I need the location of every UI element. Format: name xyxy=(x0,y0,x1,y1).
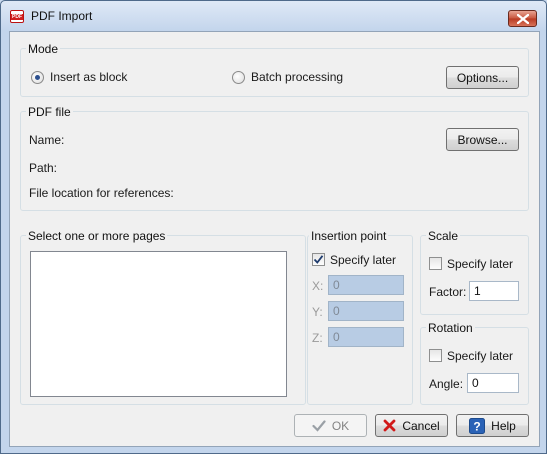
checkmark-icon xyxy=(313,255,324,264)
pages-group-label: Select one or more pages xyxy=(26,229,168,243)
rotation-specify-later-checkbox[interactable] xyxy=(429,349,442,362)
dialog-body: Mode Insert as block Batch processing Op… xyxy=(9,31,540,447)
pdf-app-icon: PDF xyxy=(10,10,24,23)
pages-listbox[interactable] xyxy=(30,251,287,397)
rotation-group xyxy=(420,327,529,405)
svg-text:?: ? xyxy=(473,419,480,433)
close-button[interactable] xyxy=(508,10,537,27)
rotation-specify-later-label[interactable]: Specify later xyxy=(447,349,513,363)
factor-label: Factor: xyxy=(429,285,467,299)
cancel-button[interactable]: Cancel xyxy=(375,414,448,437)
scale-group xyxy=(420,235,529,315)
cancel-x-icon xyxy=(383,419,396,432)
cancel-button-label: Cancel xyxy=(402,418,440,433)
pdf-app-icon-text: PDF xyxy=(11,14,23,20)
batch-processing-label[interactable]: Batch processing xyxy=(251,70,343,84)
insertion-specify-later-checkbox[interactable] xyxy=(312,253,325,266)
close-icon xyxy=(516,13,529,24)
angle-label: Angle: xyxy=(429,377,464,391)
title-bar[interactable]: PDF PDF Import xyxy=(1,1,546,31)
z-label: Z: xyxy=(312,331,323,345)
pdf-file-group-label: PDF file xyxy=(26,105,73,119)
x-label: X: xyxy=(312,279,324,293)
angle-field[interactable]: 0 xyxy=(467,373,519,393)
y-field[interactable]: 0 xyxy=(328,301,404,321)
help-button[interactable]: ? Help xyxy=(456,414,529,437)
factor-field[interactable]: 1 xyxy=(469,281,519,301)
batch-processing-radio[interactable] xyxy=(232,71,245,84)
window-title: PDF Import xyxy=(31,9,93,23)
ok-button[interactable]: OK xyxy=(294,414,367,437)
z-field[interactable]: 0 xyxy=(328,327,404,347)
ok-button-label: OK xyxy=(331,418,350,433)
x-field[interactable]: 0 xyxy=(328,275,404,295)
insert-as-block-label[interactable]: Insert as block xyxy=(50,70,127,84)
scale-specify-later-checkbox[interactable] xyxy=(429,257,442,270)
help-icon: ? xyxy=(469,417,486,434)
y-label: Y: xyxy=(312,305,323,319)
path-label: Path: xyxy=(29,161,58,175)
browse-button-label: Browse... xyxy=(457,132,508,147)
scale-group-label: Scale xyxy=(426,229,461,243)
insert-as-block-radio[interactable] xyxy=(31,71,44,84)
browse-button[interactable]: Browse... xyxy=(446,128,519,151)
scale-specify-later-label[interactable]: Specify later xyxy=(447,257,513,271)
name-label: Name: xyxy=(29,133,65,147)
options-button-label: Options... xyxy=(456,70,509,85)
insertion-point-group-label: Insertion point xyxy=(309,229,389,243)
help-button-label: Help xyxy=(491,418,516,433)
pdf-import-dialog: PDF PDF Import Mode Insert as block Batc… xyxy=(0,0,547,454)
rotation-group-label: Rotation xyxy=(426,321,475,335)
checkmark-icon xyxy=(312,419,326,432)
insertion-specify-later-label[interactable]: Specify later xyxy=(330,253,396,267)
mode-group-label: Mode xyxy=(26,42,61,56)
file-location-label: File location for references: xyxy=(29,186,174,200)
options-button[interactable]: Options... xyxy=(446,66,519,89)
